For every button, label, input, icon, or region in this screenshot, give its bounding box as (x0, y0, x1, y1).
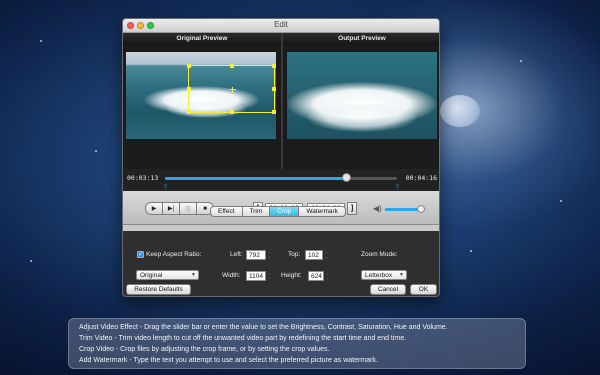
current-time: 00:03:13 (127, 174, 159, 182)
play-icon: ▶ (151, 206, 157, 212)
restore-defaults-button[interactable]: Restore Defaults (126, 284, 191, 295)
output-video-frame (287, 52, 437, 139)
original-preview-label: Original Preview (123, 33, 281, 45)
help-panel: Adjust Video Effect - Drag the slider ba… (68, 318, 526, 369)
cancel-button[interactable]: Cancel (370, 284, 406, 295)
tab-watermark[interactable]: Watermark (298, 206, 346, 217)
window-title: Edit (274, 20, 288, 29)
crop-handle[interactable] (230, 64, 234, 68)
timeline-progress (165, 177, 346, 180)
star (40, 40, 42, 42)
help-line-effect: Adjust Video Effect - Drag the slider ba… (79, 324, 448, 331)
stop-icon: ■ (203, 205, 207, 212)
background-planet (440, 95, 480, 127)
aspect-ratio-value: Original (140, 272, 163, 279)
crop-handle[interactable] (187, 64, 191, 68)
crop-handle[interactable] (272, 64, 276, 68)
help-line-trim: Trim Video - Trim video length to cut of… (79, 335, 407, 342)
preview-divider (281, 33, 283, 169)
help-line-crop: Crop Video - Crop files by adjusting the… (79, 346, 330, 353)
star (470, 250, 472, 252)
total-time: 00:04:16 (405, 174, 437, 182)
top-stepper[interactable]: ▲ ▼ (324, 250, 329, 260)
crop-center-icon (230, 87, 236, 93)
crop-handle[interactable] (230, 110, 234, 114)
crop-frame[interactable] (187, 64, 276, 114)
width-input[interactable]: 1104 (246, 271, 266, 281)
keep-aspect-label: Keep Aspect Ratio: (146, 251, 202, 258)
top-input[interactable]: 102 (305, 250, 323, 260)
crop-handle[interactable] (187, 110, 191, 114)
zoom-mode-value: Letterbox (365, 272, 393, 279)
height-input[interactable]: 624 (308, 271, 324, 281)
zoom-mode-select[interactable]: Letterbox ▼ (361, 270, 407, 280)
crop-handle[interactable] (272, 87, 276, 91)
tab-effect[interactable]: Effect (210, 206, 243, 217)
edit-tabs: Effect Trim Crop Watermark (210, 206, 346, 217)
step-icon: ▯| (185, 206, 191, 212)
keep-aspect-checkbox[interactable]: ✓ (137, 251, 144, 258)
width-label: Width: (222, 272, 241, 279)
width-stepper[interactable]: ▲ ▼ (267, 271, 272, 281)
output-preview-label: Output Preview (283, 33, 439, 45)
next-frame-button[interactable]: ▶| (162, 202, 180, 215)
chevron-down-icon: ▼ (399, 272, 404, 278)
trim-end-marker[interactable]: ⇧ (395, 183, 400, 190)
set-end-button[interactable]: ] (347, 202, 357, 215)
star (95, 150, 97, 152)
star (560, 200, 562, 202)
tab-crop[interactable]: Crop (269, 206, 300, 217)
left-stepper[interactable]: ▲ ▼ (267, 250, 272, 260)
step-button[interactable]: ▯| (179, 202, 197, 215)
chevron-down-icon: ▼ (191, 272, 196, 278)
height-stepper[interactable]: ▲ ▼ (325, 271, 330, 281)
timeline: 00:03:13 ⇧ ⇧ 00:04:16 (123, 169, 439, 191)
help-line-watermark: Add Watermark - Type the text you attemp… (79, 357, 378, 364)
star (30, 260, 32, 262)
playback-buttons: ▶ ▶| ▯| ■ (145, 202, 214, 215)
star (520, 60, 522, 62)
left-input[interactable]: 792 (246, 250, 266, 260)
tab-trim[interactable]: Trim (241, 206, 271, 217)
trim-start-marker[interactable]: ⇧ (163, 183, 168, 190)
step-forward-icon: ▶| (167, 206, 175, 212)
timeline-knob[interactable] (341, 173, 351, 182)
wave-foam (307, 102, 417, 132)
height-label: Height: (281, 272, 302, 279)
title-bar: Edit (123, 19, 439, 33)
left-label: Left: (230, 251, 243, 258)
timeline-slider[interactable] (165, 177, 397, 180)
volume-icon: ◀) (373, 204, 382, 213)
ok-button[interactable]: OK (410, 284, 437, 295)
play-button[interactable]: ▶ (145, 202, 163, 215)
zoom-mode-label: Zoom Mode: (361, 251, 398, 258)
top-label: Top: (288, 251, 301, 258)
volume-knob[interactable] (417, 205, 425, 213)
crop-handle[interactable] (187, 87, 191, 91)
aspect-ratio-select[interactable]: Original ▼ (136, 270, 199, 280)
crop-handle[interactable] (272, 110, 276, 114)
